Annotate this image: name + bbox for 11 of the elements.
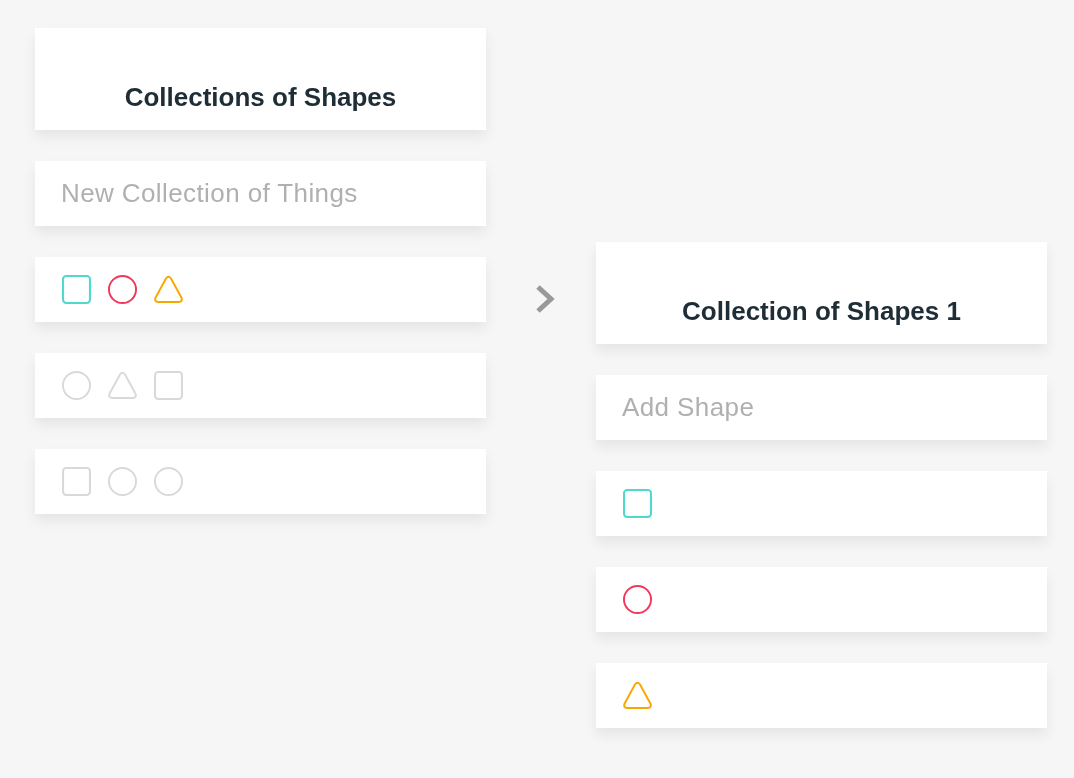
shape-row[interactable] xyxy=(596,471,1047,536)
collection-row[interactable] xyxy=(35,353,486,418)
chevron-right-icon xyxy=(535,284,555,314)
collection-row[interactable] xyxy=(35,449,486,514)
panel-title: Collection of Shapes 1 xyxy=(682,296,961,327)
panel-title: Collections of Shapes xyxy=(124,82,397,113)
shape-row[interactable] xyxy=(596,567,1047,632)
shape-row[interactable] xyxy=(596,663,1047,728)
input-field[interactable]: Add Shape xyxy=(596,375,1047,440)
collection-row[interactable] xyxy=(35,257,486,322)
input-field[interactable]: New Collection of Things xyxy=(35,161,486,226)
